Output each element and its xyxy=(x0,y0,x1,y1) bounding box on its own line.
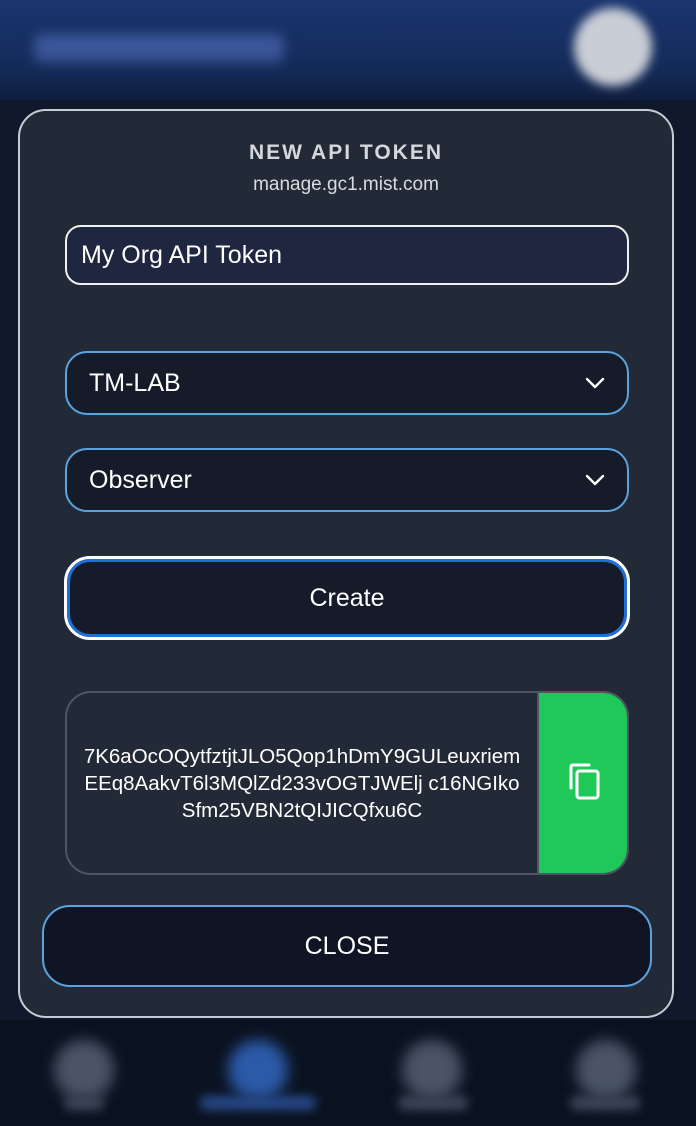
background-tab-icon xyxy=(54,1040,114,1100)
role-select-value: Observer xyxy=(89,465,192,494)
chevron-down-icon xyxy=(585,474,605,486)
background-tab-label xyxy=(200,1096,316,1110)
role-select[interactable]: Observer xyxy=(65,448,629,512)
org-select[interactable]: TM-LAB xyxy=(65,351,629,415)
token-output: 7K6aOcOQytfztjtJLO5Qop1hDmY9GULeuxriemEE… xyxy=(65,691,629,875)
background-tab-icon xyxy=(228,1040,288,1100)
background-header-title xyxy=(34,34,284,62)
chevron-down-icon xyxy=(585,377,605,389)
token-value: 7K6aOcOQytfztjtJLO5Qop1hDmY9GULeuxriemEE… xyxy=(83,744,521,822)
background-tab-icon xyxy=(576,1040,636,1100)
background-tab-label xyxy=(398,1096,468,1110)
background-tab-label xyxy=(570,1096,640,1110)
close-button-label: CLOSE xyxy=(304,931,390,960)
background-tab-icon xyxy=(402,1040,462,1100)
close-button[interactable]: CLOSE xyxy=(42,905,652,987)
background-header xyxy=(0,0,696,100)
new-api-token-modal: NEW API TOKEN manage.gc1.mist.com TM-LAB… xyxy=(18,109,674,1018)
modal-subtitle: manage.gc1.mist.com xyxy=(253,174,439,195)
background-tab-label xyxy=(64,1096,104,1110)
create-button-label: Create xyxy=(309,583,385,612)
copy-token-button[interactable] xyxy=(537,693,627,873)
copy-icon xyxy=(569,763,600,800)
create-button[interactable]: Create xyxy=(64,556,630,640)
org-select-value: TM-LAB xyxy=(89,368,181,397)
background-avatar xyxy=(574,8,652,86)
modal-title: NEW API TOKEN xyxy=(248,141,443,164)
token-name-input[interactable] xyxy=(65,225,629,285)
